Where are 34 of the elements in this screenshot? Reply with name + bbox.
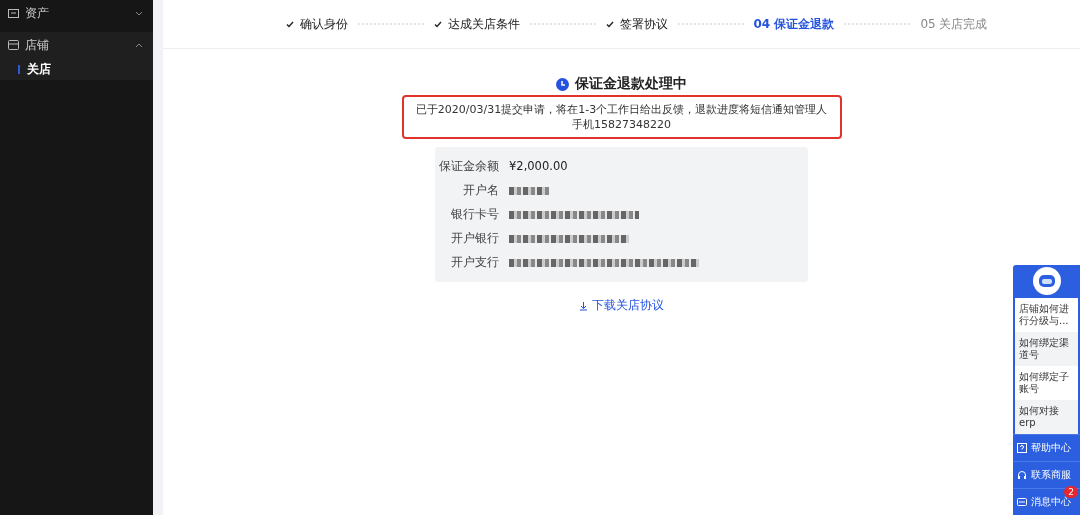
sidebar-item[interactable]: 资产 — [0, 0, 153, 26]
help-question[interactable]: 如何对接erp — [1015, 400, 1078, 434]
store-icon — [8, 40, 19, 50]
step: 确认身份 — [285, 15, 348, 33]
step: 签署协议 — [605, 15, 668, 33]
folder-icon — [8, 8, 19, 18]
help-question[interactable]: 如何绑定渠道号 — [1015, 332, 1078, 366]
status-message: 已于2020/03/31提交申请，将在1-3个工作日给出反馈，退款进度将短信通知管理人手机15827348220 — [401, 95, 842, 139]
check-icon — [433, 20, 442, 28]
clock-icon — [556, 77, 569, 91]
check-icon — [285, 20, 294, 28]
chevron-up-icon — [135, 42, 143, 48]
headset-icon — [1017, 470, 1027, 480]
step: 04 保证金退款 — [753, 15, 835, 33]
download-link[interactable]: 下载关店协议 — [579, 298, 664, 313]
status-title: 保证金退款处理中 — [575, 75, 687, 93]
step: 达成关店条件 — [433, 15, 520, 33]
download-icon — [579, 300, 588, 311]
selection-indicator — [18, 64, 20, 74]
message-icon — [1017, 497, 1027, 507]
detail-value: ¥2,000.00 — [509, 159, 568, 174]
sidebar-subitem[interactable]: 关店 — [0, 58, 153, 80]
sidebar-item[interactable]: 店铺 — [0, 32, 153, 58]
detail-label: 开户支行 — [450, 255, 499, 270]
detail-label: 保证金余额 — [438, 159, 499, 174]
question-icon — [1017, 443, 1027, 453]
step: 05 关店完成 — [920, 15, 988, 33]
detail-label: 银行卡号 — [450, 207, 499, 222]
detail-label: 开户银行 — [450, 231, 499, 246]
chevron-down-icon — [135, 10, 143, 16]
check-icon — [605, 20, 614, 28]
notification-badge: 2 — [1064, 486, 1078, 498]
detail-label: 开户名 — [462, 183, 499, 198]
robot-avatar-icon[interactable] — [1032, 267, 1061, 295]
